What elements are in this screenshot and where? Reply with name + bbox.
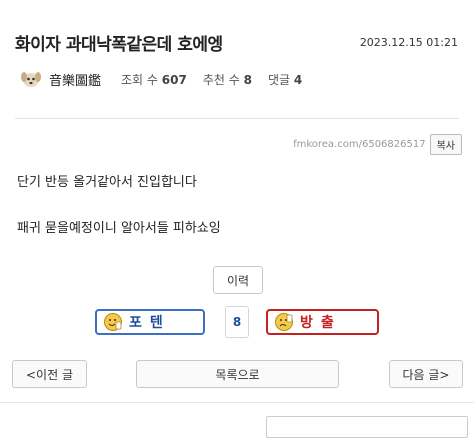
post-url[interactable]: fmkorea.com/6506826517 bbox=[293, 139, 426, 150]
vote-count: 8 bbox=[225, 306, 249, 338]
post-date: 2023.12.15 01:21 bbox=[359, 36, 458, 49]
next-post-button[interactable]: 다음 글> bbox=[389, 360, 463, 388]
header-divider bbox=[15, 118, 459, 119]
thumbs-down-face-icon bbox=[274, 312, 294, 332]
views-label: 조회 수 bbox=[121, 72, 158, 87]
recommend-value: 8 bbox=[243, 72, 252, 87]
post-body-line: 패귀 묻을예정이니 알아서들 피하쇼잉 bbox=[17, 221, 221, 236]
thumbs-up-face-icon bbox=[103, 312, 123, 332]
copy-url-button[interactable]: 복사 bbox=[429, 134, 462, 155]
view-count: 조회 수 607 bbox=[121, 71, 187, 88]
prev-post-button[interactable]: <이전 글 bbox=[12, 360, 87, 388]
vote-up-label: 포텐 bbox=[129, 315, 171, 331]
post-title: 화이자 과대낙폭같은데 호에엥 bbox=[15, 35, 223, 55]
views-value: 607 bbox=[161, 72, 187, 87]
comments-label: 댓글 bbox=[267, 72, 291, 87]
post-meta: 音樂圖鑑 조회 수 607 추천 수 8 댓글 4 bbox=[18, 64, 318, 94]
post-body-line: 단기 반등 올거같아서 진입합니다 bbox=[17, 175, 197, 190]
vote-row: 포텐 8 방출 bbox=[95, 306, 381, 340]
author-name[interactable]: 音樂圖鑑 bbox=[49, 70, 101, 89]
comment-input-edge[interactable] bbox=[266, 416, 468, 438]
puppy-avatar-icon bbox=[19, 67, 43, 91]
comment-count: 댓글 4 bbox=[268, 71, 302, 88]
vote-down-button[interactable]: 방출 bbox=[266, 309, 379, 335]
recommend-count: 추천 수 8 bbox=[203, 71, 252, 88]
list-button[interactable]: 목록으로 bbox=[136, 360, 339, 388]
vote-down-label: 방출 bbox=[300, 315, 342, 331]
comments-value: 4 bbox=[293, 72, 303, 87]
avatar[interactable] bbox=[18, 66, 44, 92]
vote-up-button[interactable]: 포텐 bbox=[95, 309, 205, 335]
history-button[interactable]: 이력 bbox=[213, 266, 263, 294]
post-url-row: fmkorea.com/6506826517 복사 bbox=[293, 134, 462, 155]
recommend-label: 추천 수 bbox=[202, 72, 240, 87]
footer-divider bbox=[0, 402, 474, 403]
